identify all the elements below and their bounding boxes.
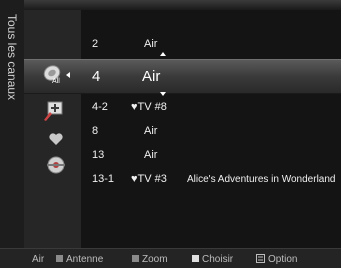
select-key-icon — [192, 255, 199, 262]
select-button[interactable]: Choisir — [192, 254, 233, 265]
channel-name: Air — [142, 68, 161, 85]
bottom-bar: Air Antenne Zoom Choisir Option — [0, 248, 341, 268]
channel-row[interactable]: 13 Air — [81, 144, 341, 166]
program-title: Alice's Adventures in Wonderland — [187, 174, 336, 185]
channel-row[interactable]: 4-2 ♥TV #8 — [81, 96, 341, 118]
mode-icon-label: All — [52, 78, 60, 85]
channel-name: Air — [144, 38, 158, 50]
channel-number: 13 — [92, 149, 105, 161]
antenna-key-icon — [56, 255, 63, 262]
channel-list-screen: Tous les canaux 2 Air 4 Air All 4-2 ♥TV … — [0, 0, 341, 268]
channel-row[interactable]: 13-1 ♥TV #3 Alice's Adventures in Wonder… — [81, 168, 341, 190]
antenna-button[interactable]: Antenne — [56, 254, 103, 265]
zoom-label: Zoom — [142, 254, 168, 265]
select-label: Choisir — [202, 254, 234, 265]
source-label: Air — [32, 254, 45, 265]
channel-number: 2 — [92, 38, 99, 50]
antenna-label: Antenne — [66, 254, 104, 265]
zoom-key-icon — [132, 255, 139, 262]
left-arrow-icon — [66, 72, 70, 78]
channel-number: 8 — [92, 125, 99, 137]
scroll-up-icon[interactable] — [160, 52, 166, 56]
side-tab-label: Tous les canaux — [5, 14, 19, 101]
channel-name: ♥TV #3 — [131, 173, 167, 185]
heart-icon[interactable] — [49, 133, 63, 146]
option-button[interactable]: Option — [256, 254, 297, 265]
option-label: Option — [268, 254, 298, 265]
zoom-button[interactable]: Zoom — [132, 254, 168, 265]
channel-number: 4 — [92, 68, 101, 85]
channel-number: 4-2 — [92, 101, 108, 113]
channel-row-selected[interactable]: 4 Air — [24, 59, 341, 94]
icon-column — [24, 10, 81, 248]
menu-icon — [256, 254, 265, 263]
channel-name: Air — [144, 125, 158, 137]
channel-number: 13-1 — [92, 173, 115, 185]
top-band — [24, 0, 341, 10]
side-tab[interactable]: Tous les canaux — [0, 0, 25, 248]
channel-row[interactable]: 2 Air — [81, 33, 341, 55]
add-favorite-icon[interactable] — [42, 100, 64, 122]
channel-name: Air — [144, 149, 158, 161]
channel-name: ♥TV #8 — [131, 101, 167, 113]
clock-icon[interactable] — [46, 155, 66, 175]
channel-row[interactable]: 8 Air — [81, 120, 341, 142]
